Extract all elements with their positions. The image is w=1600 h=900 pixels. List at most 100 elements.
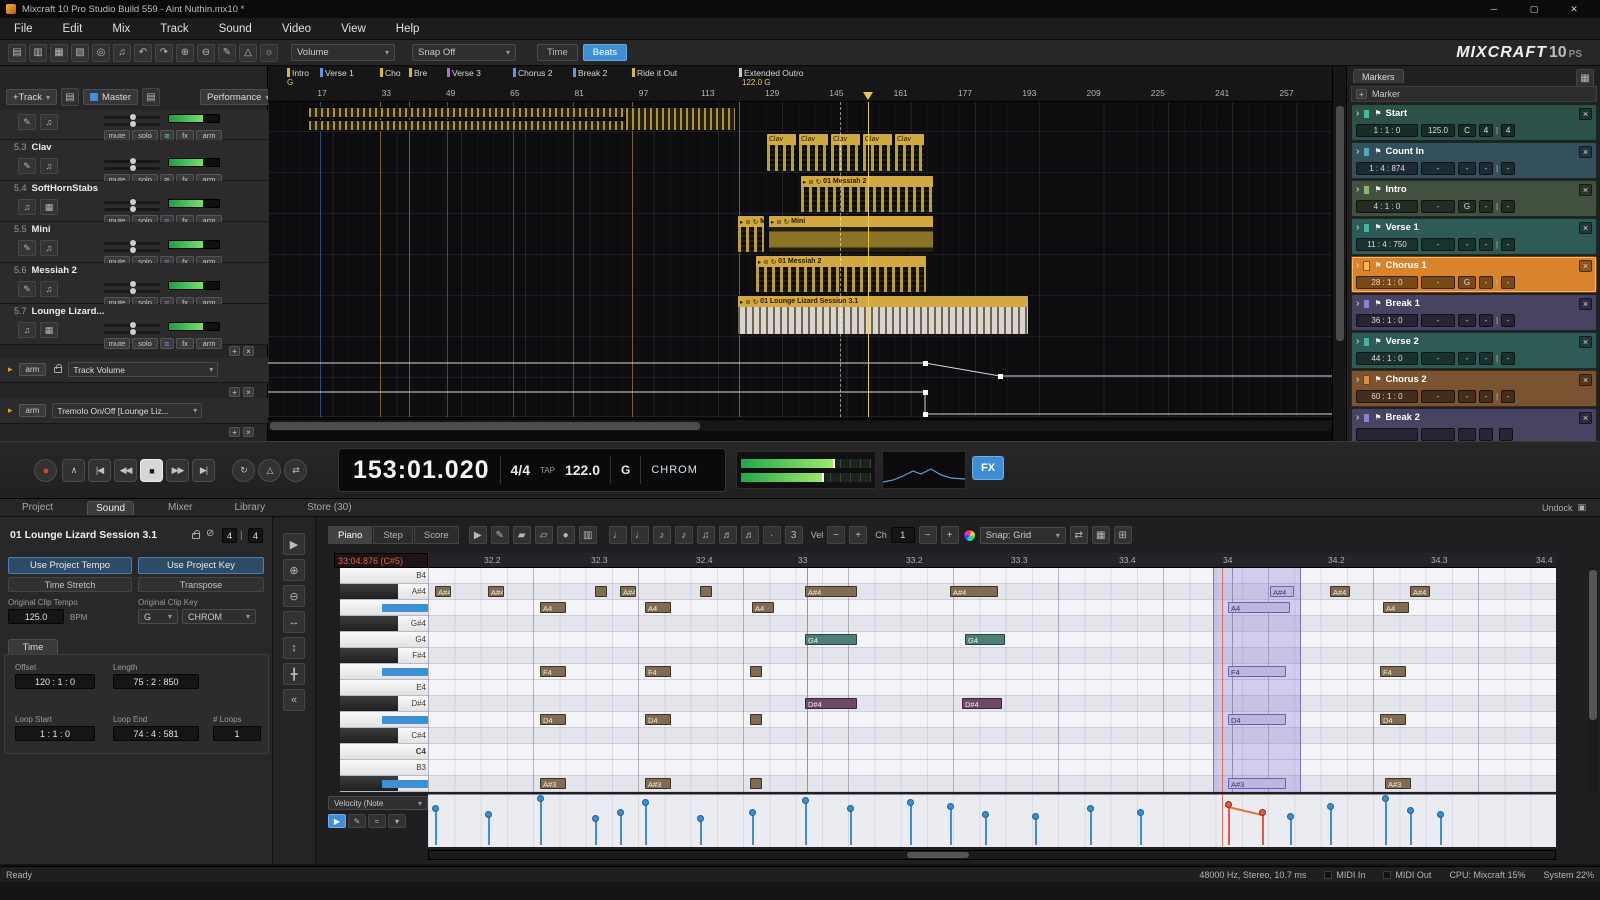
- clip-play-icon[interactable]: ▸: [740, 298, 743, 306]
- velocity-handle[interactable]: [802, 797, 809, 804]
- dock-tab-mixer[interactable]: Mixer: [160, 501, 200, 514]
- clip-loop-icon[interactable]: ↻: [771, 258, 776, 266]
- clip-sig-denominator[interactable]: 4: [248, 528, 263, 543]
- marker-meter-denominator[interactable]: -: [1501, 390, 1515, 403]
- automation-wave-icon[interactable]: ≈: [160, 338, 174, 349]
- velocity-stem[interactable]: [1035, 819, 1037, 845]
- track-output-icon[interactable]: ♫: [40, 240, 58, 256]
- midi-note-as4[interactable]: A#4: [435, 586, 451, 597]
- clip-mute-icon[interactable]: ⊘: [745, 298, 750, 306]
- clip-01-messiah-2[interactable]: ▸⊘↻01 Messiah 2: [800, 175, 934, 213]
- loop-button[interactable]: ↻: [232, 459, 255, 482]
- minimize-button[interactable]: ─: [1474, 0, 1514, 18]
- note-grid[interactable]: A#4A#4A#4A#4A#4A#4A#4A#4A4A4A4A4A4G4G4F4…: [428, 568, 1556, 792]
- marker-key-field[interactable]: -: [1458, 390, 1476, 403]
- marker-meter-numerator[interactable]: -: [1479, 238, 1493, 251]
- snap-mode-dropdown[interactable]: Snap Off: [412, 44, 516, 61]
- midi-note-as4[interactable]: A#4: [805, 586, 857, 597]
- clip-play-icon[interactable]: ▸: [771, 218, 774, 226]
- velocity-handle[interactable]: [642, 799, 649, 806]
- velocity-stem[interactable]: [1090, 811, 1092, 845]
- clip-loop-icon[interactable]: ↻: [816, 178, 821, 186]
- piano-key-e4[interactable]: E4: [340, 680, 428, 696]
- midi-note-d4[interactable]: D4: [540, 714, 566, 725]
- marker-tempo-field[interactable]: -: [1421, 200, 1455, 213]
- marker-key-field[interactable]: [1458, 428, 1476, 441]
- piano-key-as4[interactable]: A#4: [340, 584, 428, 600]
- marker-tempo-field[interactable]: -: [1421, 238, 1455, 251]
- marker-tempo-field[interactable]: 125.0: [1421, 124, 1455, 137]
- midi-note-as4[interactable]: A#4: [488, 586, 504, 597]
- clip-mute-icon[interactable]: ⊘: [776, 218, 781, 226]
- markers-options-icon[interactable]: ▦: [1576, 69, 1594, 87]
- automation-row[interactable]: ▸armTremolo On/Off [Lounge Liz...: [0, 398, 268, 424]
- volume-slider[interactable]: [104, 208, 160, 211]
- delete-marker-button[interactable]: ×: [1579, 336, 1592, 348]
- clip-key-dropdown[interactable]: G: [138, 609, 178, 624]
- redo-icon[interactable]: ↷: [155, 44, 173, 62]
- expand-chevron-icon[interactable]: ›: [1356, 412, 1359, 423]
- marker-item-chorus-2[interactable]: ›⚑Chorus 2×60 : 1 : 0---|-: [1351, 370, 1597, 407]
- section-marker[interactable]: [513, 68, 516, 77]
- midi-note-as3[interactable]: A#3: [645, 778, 671, 789]
- track-type-icon[interactable]: ✎: [18, 240, 36, 256]
- note-value-button-2[interactable]: ♪: [653, 526, 671, 544]
- midi-note-g4[interactable]: G4: [805, 634, 857, 645]
- scrollbar-thumb[interactable]: [907, 852, 969, 858]
- piano-key-as3[interactable]: A#3: [340, 776, 428, 792]
- pan-slider[interactable]: [104, 324, 160, 327]
- velocity-minus-button[interactable]: −: [827, 526, 845, 544]
- volume-slider[interactable]: [104, 249, 160, 252]
- playhead-marker[interactable]: [863, 92, 873, 100]
- timeline-v-scrollbar[interactable]: [1332, 66, 1346, 441]
- velocity-handle[interactable]: [907, 799, 914, 806]
- collapse-panel-icon[interactable]: «: [283, 689, 305, 711]
- markers-tab[interactable]: Markers: [1353, 69, 1404, 83]
- clip-clav[interactable]: Clav: [862, 133, 893, 172]
- use-project-key-button[interactable]: Use Project Key: [138, 557, 264, 574]
- menu-sound[interactable]: Sound: [219, 23, 252, 35]
- fx-button[interactable]: fx: [176, 338, 194, 349]
- velocity-handle[interactable]: [697, 815, 704, 822]
- go-to-start-button[interactable]: |◀: [88, 459, 111, 482]
- offset-field[interactable]: 120 : 1 : 0: [15, 674, 95, 689]
- piano-view-icon[interactable]: ▥: [579, 526, 597, 544]
- marker-position-field[interactable]: 1 : 4 : 874: [1356, 162, 1418, 175]
- marker-meter-denominator[interactable]: -: [1501, 162, 1515, 175]
- track-row-5.4[interactable]: 5.4SoftHornStabs♫▦mutesolo≈fxarm: [0, 181, 268, 222]
- track-row-5.7[interactable]: 5.7Lounge Lizard...♫▦mutesolo≈fxarm: [0, 304, 268, 345]
- clip-01-messiah-2[interactable]: ▸⊘↻01 Messiah 2: [755, 255, 927, 293]
- marker-position-field[interactable]: [1356, 428, 1418, 441]
- midi-note[interactable]: [750, 666, 762, 677]
- clip-clav[interactable]: Clav: [798, 133, 829, 172]
- piano-key-d4[interactable]: D4: [340, 712, 428, 728]
- velocity-stem[interactable]: [435, 811, 437, 845]
- time-stretch-button[interactable]: Time Stretch: [8, 577, 132, 592]
- tap-tempo-button[interactable]: TAP: [540, 466, 555, 475]
- grid-row[interactable]: [428, 616, 1556, 632]
- piano-key-cs4[interactable]: C#4: [340, 728, 428, 744]
- clip-clav[interactable]: Clav: [766, 133, 797, 172]
- velocity-stem[interactable]: [950, 809, 952, 845]
- velocity-handle[interactable]: [982, 811, 989, 818]
- midi-note-as3[interactable]: A#3: [1228, 778, 1286, 789]
- velocity-stem[interactable]: [488, 817, 490, 845]
- clip-play-icon[interactable]: ▸: [758, 258, 761, 266]
- grid-row[interactable]: [428, 680, 1556, 696]
- velocity-stem[interactable]: [595, 821, 597, 845]
- track-row-5.5[interactable]: 5.5Mini✎♫mutesolo≈fxarm: [0, 222, 268, 263]
- track-type-icon[interactable]: ✎: [18, 158, 36, 174]
- save-icon[interactable]: ▦: [50, 44, 68, 62]
- note-value-button-1[interactable]: ♩: [631, 526, 649, 544]
- transpose-button[interactable]: Transpose: [138, 577, 264, 592]
- midi-note-d4[interactable]: D4: [1228, 714, 1286, 725]
- dotted-note-button[interactable]: ·: [763, 526, 781, 544]
- marker-meter-denominator[interactable]: -: [1501, 200, 1515, 213]
- track-output-icon[interactable]: ▦: [40, 199, 58, 215]
- delete-marker-button[interactable]: ×: [1579, 298, 1592, 310]
- expand-chevron-icon[interactable]: ›: [1356, 108, 1359, 119]
- remove-automation-button[interactable]: ×: [243, 427, 254, 437]
- remove-automation-button[interactable]: ×: [243, 346, 254, 356]
- velocity-stem[interactable]: [850, 811, 852, 845]
- delete-marker-button[interactable]: ×: [1579, 412, 1592, 424]
